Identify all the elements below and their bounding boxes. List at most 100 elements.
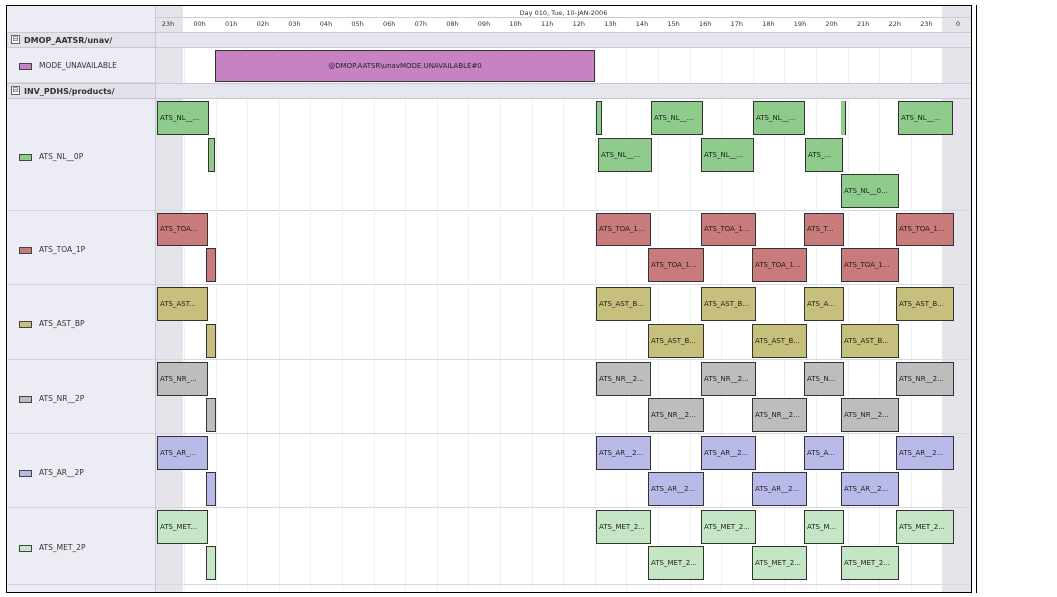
- toa-bar[interactable]: ATS_TOA_1...: [596, 213, 651, 246]
- grid-line: [405, 33, 407, 592]
- hour-tick-label: 14h: [635, 20, 649, 28]
- ar-bar[interactable]: ATS_A...: [804, 436, 844, 470]
- nr-bar[interactable]: ATS_N...: [804, 362, 844, 396]
- met-bar[interactable]: ATS_MET_2...: [596, 510, 651, 544]
- hour-tick-label: 09h: [477, 20, 491, 28]
- nr-bar[interactable]: ATS_NR__2...: [596, 362, 651, 396]
- row-label-ats-ast-bp[interactable]: ATS_AST_BP: [7, 285, 155, 360]
- nr-bar[interactable]: ATS_NR__2...: [896, 362, 954, 396]
- hour-tick-label: 01h: [224, 20, 238, 28]
- nr-bar[interactable]: [206, 398, 216, 432]
- row-label-ats-met-2p[interactable]: ATS_MET_2P: [7, 508, 155, 585]
- met-bar[interactable]: ATS_MET_2...: [896, 510, 954, 544]
- ar-bar[interactable]: ATS_AR_...: [157, 436, 208, 470]
- row-label-ats-toa-1p[interactable]: ATS_TOA_1P: [7, 211, 155, 285]
- met-bar[interactable]: ATS_MET_2...: [648, 546, 704, 580]
- hour-tick-label: 19h: [793, 20, 807, 28]
- ar-bar[interactable]: [206, 472, 216, 506]
- nl-bar[interactable]: [208, 138, 215, 172]
- ast-bar[interactable]: ATS_A...: [804, 287, 844, 321]
- toa-bar[interactable]: ATS_TOA_1...: [752, 248, 807, 282]
- ar-bar[interactable]: ATS_AR__2...: [596, 436, 651, 470]
- nr-bar[interactable]: ATS_NR_...: [157, 362, 208, 396]
- met-bar[interactable]: ATS_MET_2...: [841, 546, 899, 580]
- row-label-ats-nr-2p[interactable]: ATS_NR__2P: [7, 360, 155, 434]
- timeline-panel: Day 010, Tue, 10-JAN-2006 23h 00h 01h 02h 03…: [156, 6, 971, 592]
- row-label-ats-nl-0p[interactable]: ATS_NL__0P: [7, 99, 155, 211]
- nl-bar[interactable]: ATS_NL__...: [598, 138, 652, 172]
- hour-tick-label: 22h: [888, 20, 901, 28]
- ast-bar[interactable]: ATS_AST_B...: [841, 324, 899, 358]
- nr-bar[interactable]: ATS_NR__2...: [841, 398, 899, 432]
- ast-bar[interactable]: ATS_AST...: [157, 287, 208, 321]
- ast-bar[interactable]: ATS_AST_B...: [752, 324, 807, 358]
- ast-bar[interactable]: ATS_AST_B...: [596, 287, 651, 321]
- row-label-text: ATS_TOA_1P: [39, 245, 86, 254]
- mode-unavailable-bar[interactable]: @DMOP.AATSR\unavMODE.UNAVAILABLE#0: [215, 50, 595, 82]
- met-bar[interactable]: ATS_MET_2...: [701, 510, 756, 544]
- ast-bar[interactable]: ATS_AST_B...: [896, 287, 954, 321]
- nr-bar[interactable]: ATS_NR__2...: [648, 398, 704, 432]
- toa-bar[interactable]: ATS_TOA_1...: [896, 213, 954, 246]
- grid-line: [215, 33, 217, 592]
- nl-bar[interactable]: ATS_NL__...: [651, 101, 703, 135]
- met-bar[interactable]: ATS_MET_2...: [752, 546, 807, 580]
- hour-tick-label: 06h: [382, 20, 396, 28]
- vertical-divider: [976, 5, 977, 593]
- toa-bar[interactable]: ATS_TOA_1...: [841, 248, 899, 282]
- toa-bar[interactable]: ATS_TOA_1...: [701, 213, 756, 246]
- legend-swatch: [19, 321, 32, 328]
- group-label: DMOP_AATSR/unav/: [24, 36, 113, 45]
- met-bar[interactable]: [206, 546, 216, 580]
- collapse-icon[interactable]: ⊟: [11, 35, 20, 44]
- row-label-ats-ar-2p[interactable]: ATS_AR__2P: [7, 434, 155, 508]
- grid-line: [373, 33, 375, 592]
- row-separator: [156, 433, 971, 434]
- ar-bar[interactable]: ATS_AR__2...: [648, 472, 704, 506]
- hour-tick-label: 05h: [351, 20, 364, 28]
- group-header-dmop[interactable]: ⊟ DMOP_AATSR/unav/: [7, 32, 155, 48]
- ar-bar[interactable]: ATS_AR__2...: [841, 472, 899, 506]
- grid-line: [847, 33, 849, 592]
- ast-bar[interactable]: ATS_AST_B...: [648, 324, 704, 358]
- met-bar[interactable]: ATS_M...: [804, 510, 844, 544]
- ast-bar[interactable]: [206, 324, 216, 358]
- toa-bar[interactable]: ATS_TOA_1...: [648, 248, 704, 282]
- nr-bar[interactable]: ATS_NR__2...: [701, 362, 756, 396]
- toa-bar[interactable]: ATS_TOA...: [157, 213, 208, 246]
- group-header-inv-pdhs[interactable]: ⊟ INV_PDHS/products/: [7, 83, 155, 99]
- row-label-mode-unavailable[interactable]: MODE_UNAVAILABLE: [7, 48, 155, 83]
- ar-bar[interactable]: ATS_AR__2...: [701, 436, 756, 470]
- nl-bar[interactable]: ATS_...: [805, 138, 843, 172]
- nl-bar[interactable]: [596, 101, 602, 135]
- toa-bar[interactable]: ATS_T...: [804, 213, 844, 246]
- hour-tick-label: 12h: [572, 20, 585, 28]
- ast-bar[interactable]: ATS_AST_B...: [701, 287, 756, 321]
- header-divider: [156, 17, 971, 18]
- hour-tick-label: 21h: [856, 20, 870, 28]
- toa-bar[interactable]: [206, 248, 216, 282]
- hour-tick-label: 15h: [667, 20, 680, 28]
- group-band-dmop: [156, 32, 971, 48]
- met-bar[interactable]: ATS_MET...: [157, 510, 208, 544]
- nl-bar[interactable]: ATS_NL__...: [157, 101, 209, 135]
- row-separator: [156, 584, 971, 585]
- nl-bar[interactable]: ATS_NL__0...: [841, 174, 899, 208]
- group-band-inv-pdhs: [156, 83, 971, 99]
- ar-bar[interactable]: ATS_AR__2...: [752, 472, 807, 506]
- collapse-icon[interactable]: ⊟: [11, 86, 20, 95]
- hour-tick-label: 00h: [193, 20, 206, 28]
- row-label-text: ATS_NR__2P: [39, 394, 85, 403]
- row-label-text: MODE_UNAVAILABLE: [39, 61, 117, 70]
- hour-tick-label: 08h: [446, 20, 459, 28]
- nr-bar[interactable]: ATS_NR__2...: [752, 398, 807, 432]
- grid-line: [247, 33, 249, 592]
- legend-swatch: [19, 154, 32, 161]
- nl-bar[interactable]: ATS_NL__...: [898, 101, 953, 135]
- nl-bar[interactable]: ATS_NL__...: [701, 138, 754, 172]
- hour-tick-label: 16h: [698, 20, 712, 28]
- hour-tick-label: 13h: [604, 20, 617, 28]
- nl-bar[interactable]: ATS_NL__...: [753, 101, 805, 135]
- ar-bar[interactable]: ATS_AR__2...: [896, 436, 954, 470]
- hour-tick-label: 07h: [414, 20, 427, 28]
